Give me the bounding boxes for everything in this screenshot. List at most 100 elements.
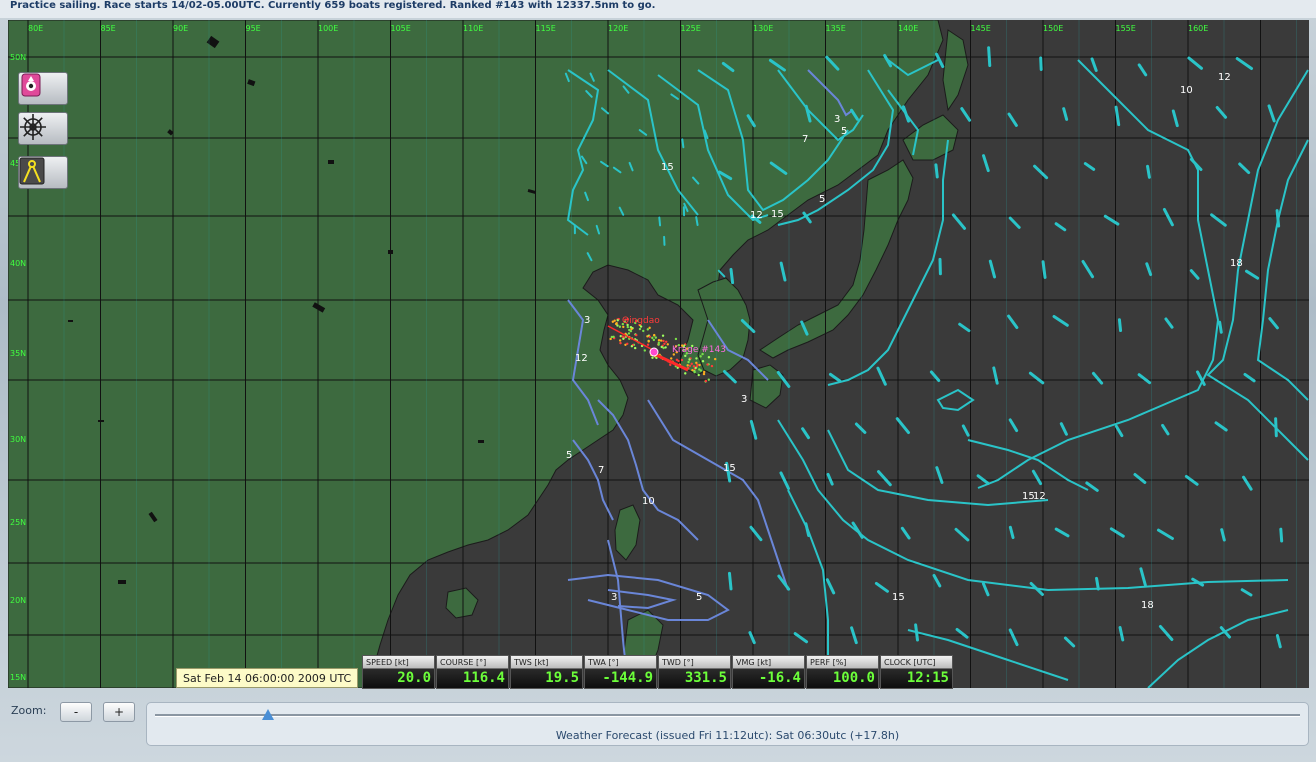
- longitude-label: 100E: [318, 24, 338, 33]
- forecast-description: Weather Forecast (issued Fri 11:12utc): …: [555, 729, 900, 742]
- fleet-boat-dot: [702, 370, 706, 374]
- fleet-boat-dot: [610, 335, 614, 339]
- fleet-boat-dot: [661, 334, 665, 337]
- fleet-boat-dot: [618, 325, 622, 328]
- wind-arrow: [961, 424, 970, 437]
- zoom-out-button[interactable]: -: [60, 702, 92, 722]
- asia-mainland: [8, 20, 944, 688]
- wind-arrow: [900, 526, 911, 540]
- wind-arrow: [1054, 222, 1067, 232]
- fleet-boat-dot: [615, 321, 618, 325]
- fleet-boat-dot: [657, 343, 660, 346]
- fleet-boat-dot: [675, 358, 679, 362]
- wind-arrow: [1139, 567, 1147, 587]
- wind-arrow: [1214, 421, 1228, 432]
- fleet-boat-dot: [686, 364, 689, 367]
- instrument-label: TWS [kt]: [514, 658, 549, 667]
- fleet-boat-dot: [630, 327, 633, 331]
- latitude-label: 15N: [10, 673, 26, 682]
- isobar-value-label: 15: [723, 463, 736, 474]
- longitude-label: 125E: [681, 24, 701, 33]
- wind-arrow: [1267, 104, 1276, 123]
- latitude-label: 35N: [10, 349, 26, 358]
- wind-arrow: [1146, 164, 1151, 179]
- isobar-line: [1256, 139, 1309, 401]
- instrument-value: 100.0: [832, 670, 875, 686]
- zoom-in-button[interactable]: +: [103, 702, 135, 722]
- wind-arrow: [729, 267, 735, 285]
- latitude-label: 50N: [10, 53, 26, 62]
- helm-tool-button[interactable]: [18, 112, 68, 145]
- fleet-boat-dot: [688, 358, 691, 361]
- wind-arrow: [748, 631, 756, 645]
- wind-arrow: [1117, 318, 1123, 333]
- compass-tool-button[interactable]: [18, 72, 68, 105]
- boat-label: Krage #143: [672, 345, 726, 355]
- longitude-label: 110E: [463, 24, 483, 33]
- map-canvas[interactable]: 35712151012 15531235710151815183 5 1512 Qin…: [8, 20, 1309, 688]
- wind-arrow: [1008, 525, 1015, 540]
- fleet-boat-dot: [695, 357, 698, 360]
- instrument-value: -16.4: [758, 670, 801, 686]
- fleet-boat-dot: [626, 325, 629, 329]
- fleet-boat-dot: [619, 341, 622, 345]
- longitude-label: 135E: [826, 24, 846, 33]
- fleet-boat-dot: [707, 356, 711, 359]
- wind-arrow: [749, 419, 758, 440]
- wind-arrow: [1033, 164, 1049, 180]
- vmg-instrument: VMG [kt] -16.4: [732, 655, 805, 689]
- fleet-boat-dot: [654, 336, 657, 339]
- isobar-value-label: 3: [584, 315, 590, 326]
- fleet-boat-dot: [621, 335, 624, 338]
- fleet-boat-dot: [611, 320, 615, 323]
- wind-arrow: [1137, 63, 1148, 77]
- fleet-boat-dot: [690, 362, 693, 365]
- isobar-value-label: 10: [1180, 85, 1193, 96]
- wind-arrow: [1008, 628, 1019, 647]
- wind-arrow: [895, 417, 911, 435]
- fleet-boat-dot: [652, 338, 656, 342]
- divider-tool-button[interactable]: [18, 156, 68, 189]
- wind-arrow: [1171, 109, 1179, 128]
- fleet-boat-dot: [646, 328, 650, 331]
- isobar-value-label: 18: [1230, 258, 1243, 269]
- wind-arrow: [992, 366, 999, 385]
- forecast-datetime-tooltip: Sat Feb 14 06:00:00 2009 UTC: [176, 668, 359, 688]
- instrument-label: PERF [%]: [810, 658, 847, 667]
- weather-map[interactable]: 3 5 7 12 15 10 12 15 5 3 12 3 5 7 10 15 18 15 18 3 5 15 12 Qin…: [8, 20, 1309, 688]
- fleet-boat-dot: [696, 363, 699, 366]
- longitude-label: 160E: [1188, 24, 1208, 33]
- fleet-boat-dot: [659, 339, 663, 342]
- instrument-value: 331.5: [684, 670, 727, 686]
- wind-arrow: [951, 213, 967, 230]
- wind-arrow: [1235, 57, 1254, 71]
- latitude-label: 30N: [10, 435, 26, 444]
- fleet-boat-dot: [622, 325, 625, 329]
- timeline-slider-track[interactable]: [155, 714, 1300, 717]
- wind-arrow: [1268, 317, 1279, 330]
- wind-arrow: [958, 322, 971, 333]
- wind-arrow: [1137, 373, 1152, 385]
- wind-arrow: [954, 527, 970, 542]
- wind-arrow: [1242, 475, 1253, 491]
- fleet-boat-dot: [707, 378, 710, 381]
- latitude-label: 20N: [10, 596, 26, 605]
- fleet-boat-dot: [646, 343, 650, 346]
- wind-arrow: [801, 427, 810, 440]
- isobar-line: [647, 399, 789, 591]
- fleet-boat-dot: [643, 349, 647, 352]
- timeline-slider-thumb[interactable]: [262, 709, 274, 720]
- fleet-boat-dot: [609, 337, 612, 341]
- wind-arrow: [1164, 317, 1174, 329]
- wind-arrow: [1090, 57, 1098, 73]
- wind-arrow: [1083, 162, 1096, 171]
- wind-arrow: [877, 470, 892, 487]
- fleet-boat-dot: [698, 368, 701, 371]
- fleet-boat-dot: [628, 328, 631, 332]
- wind-arrow: [1114, 105, 1121, 127]
- wind-arrow: [779, 261, 787, 282]
- longitude-label: 80E: [28, 24, 43, 33]
- wind-arrow: [1028, 371, 1045, 385]
- instrument-label: SPEED [kt]: [366, 658, 409, 667]
- instrument-label: TWA [°]: [588, 658, 619, 667]
